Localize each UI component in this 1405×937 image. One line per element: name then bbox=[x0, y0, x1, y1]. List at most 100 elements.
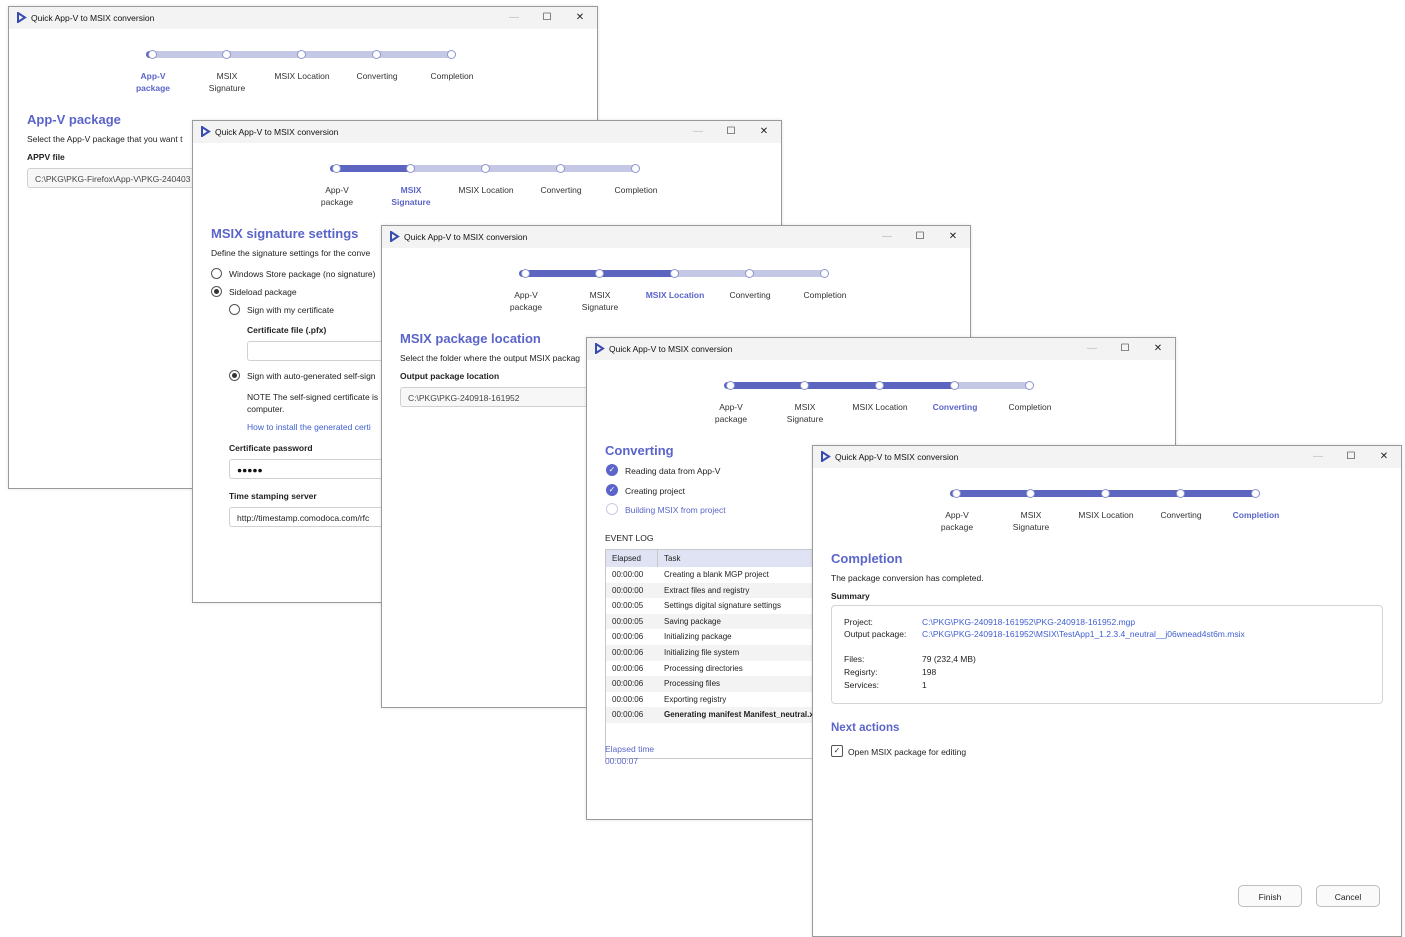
column-header-elapsed[interactable]: Elapsed bbox=[606, 550, 658, 567]
window-title: Quick App-V to MSIX conversion bbox=[31, 13, 155, 23]
sign-my-cert-radio[interactable] bbox=[229, 304, 240, 315]
task-label: Building MSIX from project bbox=[625, 505, 726, 515]
event-log-label: EVENT LOG bbox=[605, 533, 654, 543]
wizard-content: App-V package MSIX Signature MSIX Location… bbox=[813, 468, 1401, 936]
table-row: 00:00:06 Exporting registry bbox=[612, 694, 727, 704]
next-actions-heading: Next actions bbox=[831, 722, 900, 734]
elapsed-time-label: Elapsed time bbox=[605, 744, 655, 754]
step-dot bbox=[481, 164, 490, 173]
task-pending-icon bbox=[606, 503, 618, 515]
project-label: Project: bbox=[844, 617, 873, 627]
files-value: 79 (232,4 MB) bbox=[922, 654, 976, 664]
maximize-button[interactable]: ☐ bbox=[722, 124, 740, 140]
step-label-completion: Completion bbox=[1232, 510, 1280, 520]
open-msix-label: Open MSIX package for editing bbox=[848, 747, 967, 757]
window-completion: Quick App-V to MSIX conversion — ☐ ✕ App… bbox=[812, 445, 1402, 937]
task-done-icon: ✓ bbox=[606, 464, 618, 476]
progress-track bbox=[724, 381, 1034, 390]
step-label-completion: Completion bbox=[430, 71, 474, 81]
elapsed-time-value: 00:00:07 bbox=[605, 756, 639, 766]
timestamp-input[interactable]: http://timestamp.comodoca.com/rfc bbox=[229, 507, 387, 527]
project-link[interactable]: C:\PKG\PKG-240918-161952\PKG-240918-1619… bbox=[922, 617, 1135, 627]
step-dot bbox=[1026, 489, 1035, 498]
minimize-button[interactable]: — bbox=[689, 124, 707, 140]
minimize-button[interactable]: — bbox=[1309, 449, 1327, 465]
sign-auto-label: Sign with auto-generated self-sign bbox=[247, 371, 376, 381]
progress-track bbox=[519, 269, 829, 278]
step-label-location: MSIX Location bbox=[458, 185, 514, 195]
output-package-link[interactable]: C:\PKG\PKG-240918-161952\MSIX\TestApp1_1… bbox=[922, 629, 1245, 639]
step-label-converting: Converting bbox=[356, 71, 398, 81]
maximize-button[interactable]: ☐ bbox=[1342, 449, 1360, 465]
step-dot bbox=[1176, 489, 1185, 498]
page-title: MSIX signature settings bbox=[211, 226, 359, 241]
step-label-converting: Converting bbox=[729, 290, 771, 300]
summary-card: Project: C:\PKG\PKG-240918-161952\PKG-24… bbox=[831, 605, 1383, 704]
table-row: 00:00:05 Settings digital signature setti… bbox=[612, 601, 781, 611]
note-line-2: computer. bbox=[247, 404, 285, 414]
step-label-appv: App-V package bbox=[509, 290, 543, 312]
step-label-completion: Completion bbox=[803, 290, 847, 300]
close-button[interactable]: ✕ bbox=[755, 124, 773, 140]
output-location-input[interactable]: C:\PKG\PKG-240918-161952 bbox=[400, 387, 588, 407]
step-label-appv: App-V package bbox=[714, 402, 748, 424]
page-description: Select the App-V package that you want t bbox=[27, 134, 183, 144]
close-button[interactable]: ✕ bbox=[944, 229, 962, 245]
sign-auto-radio[interactable] bbox=[229, 370, 240, 381]
progress-track bbox=[950, 489, 1260, 498]
step-label-signature: MSIX Signature bbox=[1012, 510, 1050, 532]
app-icon bbox=[17, 12, 27, 23]
open-msix-checkbox[interactable]: ✓ bbox=[831, 745, 843, 757]
step-dot bbox=[148, 50, 157, 59]
progress-track bbox=[146, 50, 456, 59]
close-button[interactable]: ✕ bbox=[1149, 341, 1167, 357]
cancel-button[interactable]: Cancel bbox=[1316, 885, 1380, 907]
step-dot bbox=[595, 269, 604, 278]
step-label-converting: Converting bbox=[932, 402, 978, 412]
maximize-button[interactable]: ☐ bbox=[1116, 341, 1134, 357]
appv-file-input[interactable]: C:\PKG\PKG-Firefox\App-V\PKG-240403 bbox=[27, 168, 195, 188]
app-icon bbox=[201, 126, 211, 137]
sideload-package-radio[interactable] bbox=[211, 286, 222, 297]
cert-file-input[interactable] bbox=[247, 341, 387, 361]
title-bar: Quick App-V to MSIX conversion — ☐ ✕ bbox=[9, 7, 597, 29]
password-input[interactable]: ●●●●● bbox=[229, 459, 387, 479]
files-label: Files: bbox=[844, 654, 865, 664]
minimize-button[interactable]: — bbox=[878, 229, 896, 245]
maximize-button[interactable]: ☐ bbox=[911, 229, 929, 245]
title-bar: Quick App-V to MSIX conversion — ☐ ✕ bbox=[587, 338, 1175, 360]
step-dot bbox=[745, 269, 754, 278]
step-label-converting: Converting bbox=[540, 185, 582, 195]
task-label: Creating project bbox=[625, 486, 686, 496]
summary-label: Summary bbox=[831, 591, 870, 601]
finish-button[interactable]: Finish bbox=[1238, 885, 1302, 907]
step-dot bbox=[521, 269, 530, 278]
step-dot bbox=[406, 164, 415, 173]
store-package-radio[interactable] bbox=[211, 268, 222, 279]
app-icon bbox=[390, 231, 400, 242]
step-dot bbox=[726, 381, 735, 390]
app-icon bbox=[595, 343, 605, 354]
step-dot bbox=[556, 164, 565, 173]
maximize-button[interactable]: ☐ bbox=[538, 10, 556, 26]
how-to-install-link[interactable]: How to install the generated certi bbox=[247, 422, 371, 432]
page-description: Define the signature settings for the co… bbox=[211, 248, 371, 258]
page-title: Converting bbox=[605, 443, 674, 458]
page-title: Completion bbox=[831, 551, 903, 566]
password-label: Certificate password bbox=[229, 443, 313, 453]
table-row: 00:00:06 Initializing file system bbox=[606, 645, 846, 661]
table-row: 00:00:00 Extract files and registry bbox=[606, 582, 846, 599]
close-button[interactable]: ✕ bbox=[1375, 449, 1393, 465]
close-button[interactable]: ✕ bbox=[571, 10, 589, 26]
page-title: App-V package bbox=[27, 112, 121, 127]
step-label-converting: Converting bbox=[1160, 510, 1202, 520]
minimize-button[interactable]: — bbox=[505, 10, 523, 26]
step-label-appv: App-V package bbox=[135, 71, 171, 93]
services-value: 1 bbox=[922, 680, 927, 690]
table-row: 00:00:06 Generating manifest Manifest_neu… bbox=[606, 707, 846, 723]
step-label-location: MSIX Location bbox=[852, 402, 908, 412]
minimize-button[interactable]: — bbox=[1083, 341, 1101, 357]
task-label: Reading data from App-V bbox=[625, 466, 721, 476]
title-bar: Quick App-V to MSIX conversion — ☐ ✕ bbox=[193, 121, 781, 143]
page-title: MSIX package location bbox=[400, 331, 541, 346]
